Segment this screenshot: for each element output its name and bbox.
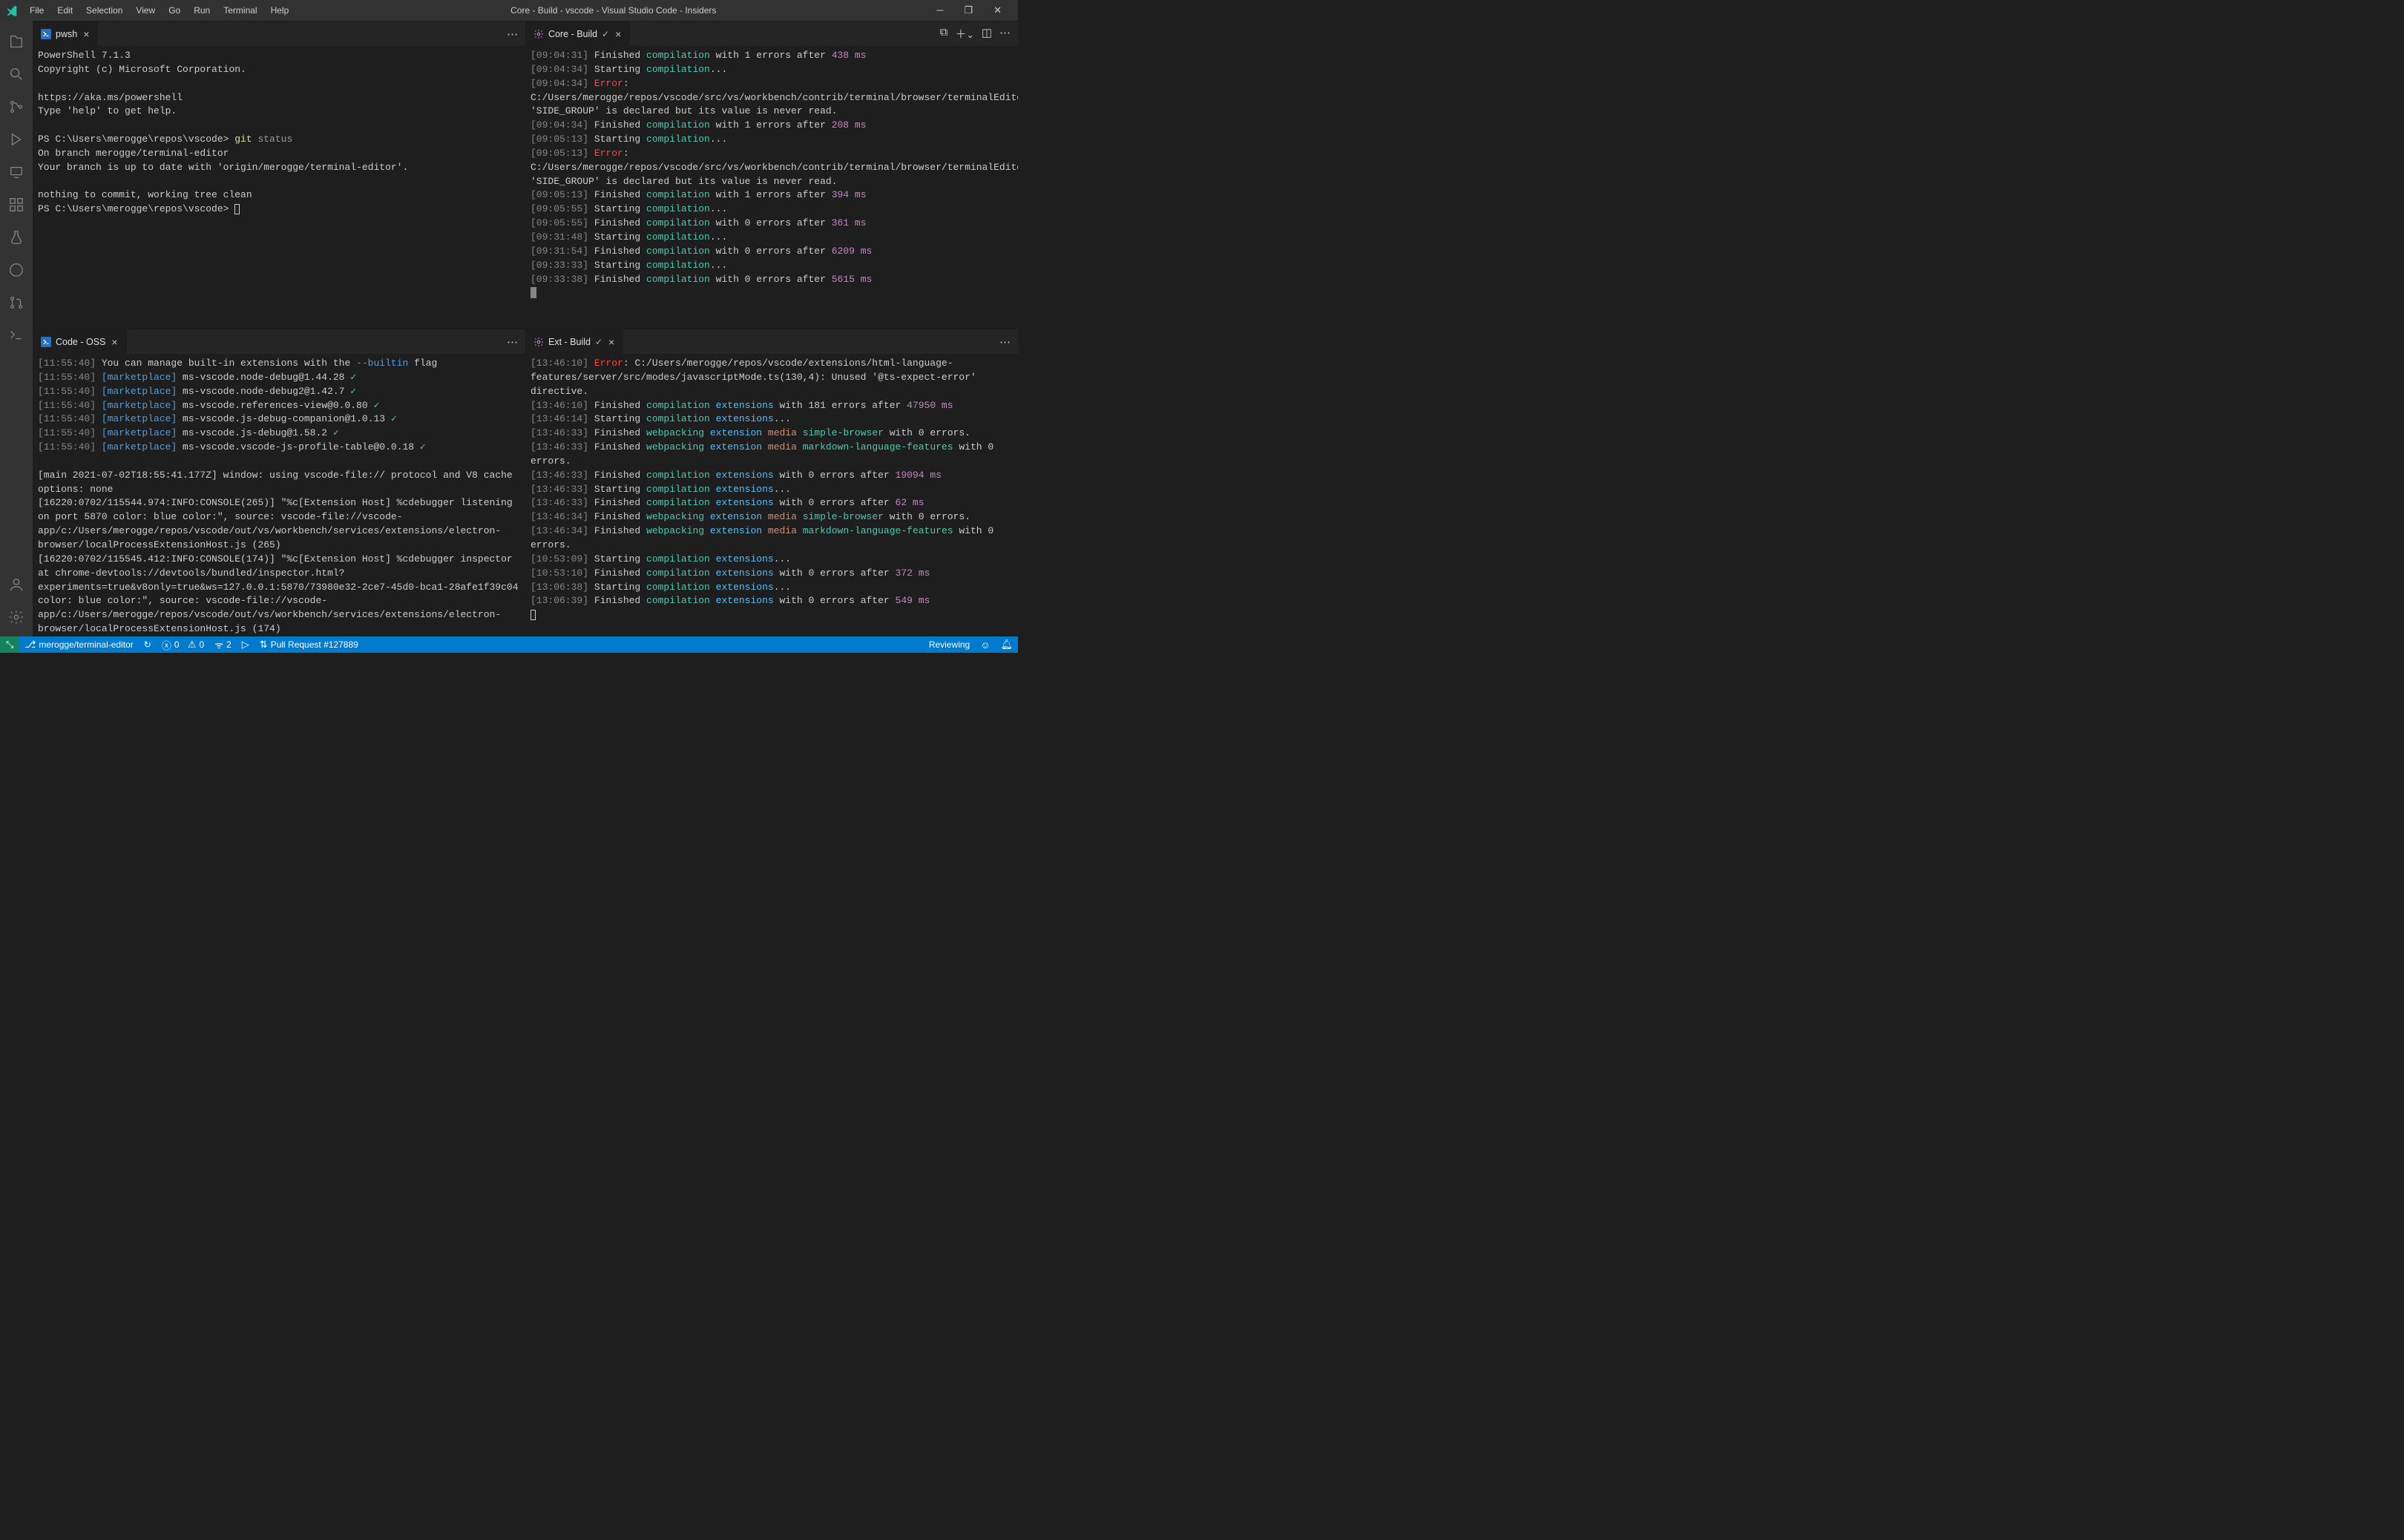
- more-icon[interactable]: ⋯: [507, 335, 518, 349]
- gear-icon: [533, 29, 544, 39]
- tabbar-oss: Code - OSS × ⋯: [33, 329, 525, 354]
- check-icon: ✓: [602, 29, 609, 39]
- close-button[interactable]: ✕: [989, 3, 1006, 18]
- activity-settings[interactable]: [0, 601, 33, 634]
- pane-code-oss: Code - OSS × ⋯ [11:55:40] You can manage…: [33, 329, 525, 636]
- more-icon[interactable]: ⋯: [999, 335, 1011, 349]
- tab-pwsh[interactable]: pwsh ×: [33, 22, 99, 46]
- main-area: pwsh × ⋯ PowerShell 7.1.3 Copyright (c) …: [0, 21, 1018, 636]
- menu-terminal[interactable]: Terminal: [217, 2, 263, 19]
- pane-core-build: Core - Build ✓ × ⧉ ＋⌄ ◫ ⋯ [09:04:31] Fin…: [525, 21, 1018, 329]
- activitybar: [0, 21, 33, 636]
- activity-pull-requests[interactable]: [0, 286, 33, 319]
- tab-ext-build[interactable]: Ext - Build ✓ ×: [526, 329, 624, 354]
- activity-accounts[interactable]: [0, 568, 33, 601]
- activity-scm[interactable]: [0, 91, 33, 123]
- status-branch[interactable]: ⎇merogge/terminal-editor: [19, 636, 138, 653]
- close-icon[interactable]: ×: [82, 28, 91, 40]
- plus-icon[interactable]: ＋⌄: [955, 26, 974, 42]
- tab-label: Core - Build: [548, 29, 597, 39]
- menu-run[interactable]: Run: [188, 2, 216, 19]
- activity-explorer[interactable]: [0, 25, 33, 58]
- tabbar-pwsh: pwsh × ⋯: [33, 22, 525, 46]
- gear-icon: [533, 337, 544, 347]
- activity-github[interactable]: [0, 254, 33, 286]
- minimize-button[interactable]: ─: [932, 3, 948, 18]
- editor-grid: pwsh × ⋯ PowerShell 7.1.3 Copyright (c) …: [33, 21, 1018, 636]
- vscode-logo-icon: [6, 4, 18, 16]
- tab-label: pwsh: [56, 29, 77, 39]
- activity-run[interactable]: [0, 123, 33, 156]
- bell-icon: 🔔︎: [1000, 639, 1013, 651]
- status-sync[interactable]: ↻: [139, 636, 157, 653]
- powershell-icon: [41, 337, 51, 347]
- status-bell[interactable]: 🔔︎: [995, 636, 1018, 653]
- activity-extensions[interactable]: [0, 188, 33, 221]
- status-reviewing[interactable]: Reviewing: [924, 636, 975, 653]
- more-icon[interactable]: ⋯: [999, 26, 1011, 42]
- tab-label: Code - OSS: [56, 337, 105, 347]
- remote-button[interactable]: ⤡: [0, 636, 19, 653]
- tabbar-core: Core - Build ✓ × ⧉ ＋⌄ ◫ ⋯: [526, 22, 1018, 46]
- activity-remote-explorer[interactable]: [0, 156, 33, 188]
- menu-selection[interactable]: Selection: [80, 2, 128, 19]
- activity-search[interactable]: [0, 58, 33, 91]
- status-ports[interactable]: ᯤ2: [209, 636, 237, 653]
- status-pr[interactable]: ⇅Pull Request #127889: [254, 636, 364, 653]
- branch-icon: ⎇: [24, 639, 36, 651]
- layout-icon[interactable]: ◫: [982, 26, 992, 42]
- status-problems[interactable]: ⓧ0 ⚠0: [157, 636, 209, 653]
- pr-icon: ⇅: [260, 639, 268, 651]
- tab-core-build[interactable]: Core - Build ✓ ×: [526, 22, 631, 46]
- status-feedback[interactable]: ☺: [975, 636, 995, 653]
- remote-icon: ⤡: [6, 639, 13, 651]
- branch-name: merogge/terminal-editor: [39, 639, 133, 650]
- debug-icon: ▷: [242, 639, 249, 651]
- terminal-core-build[interactable]: [09:04:31] Finished compilation with 1 e…: [526, 46, 1018, 329]
- menu-edit[interactable]: Edit: [51, 2, 79, 19]
- statusbar: ⤡ ⎇merogge/terminal-editor ↻ ⓧ0 ⚠0 ᯤ2 ▷ …: [0, 636, 1018, 653]
- activity-bottom: [0, 568, 33, 634]
- menu-help[interactable]: Help: [265, 2, 295, 19]
- warning-icon: ⚠: [188, 639, 197, 651]
- menubar: File Edit Selection View Go Run Terminal…: [24, 2, 295, 19]
- activity-testing[interactable]: [0, 221, 33, 254]
- check-icon: ✓: [595, 337, 602, 347]
- tabbar-ext: Ext - Build ✓ × ⋯: [526, 329, 1018, 354]
- window-title: Core - Build - vscode - Visual Studio Co…: [295, 5, 932, 16]
- tab-code-oss[interactable]: Code - OSS ×: [33, 329, 128, 354]
- more-icon[interactable]: ⋯: [507, 27, 518, 41]
- error-icon: ⓧ: [162, 638, 171, 652]
- pane-pwsh: pwsh × ⋯ PowerShell 7.1.3 Copyright (c) …: [33, 21, 525, 329]
- menu-view[interactable]: View: [130, 2, 161, 19]
- terminal-ext-build[interactable]: [13:46:10] Error: C:/Users/merogge/repos…: [526, 354, 1018, 636]
- tab-label: Ext - Build: [548, 337, 591, 347]
- feedback-icon: ☺: [980, 639, 990, 651]
- menu-file[interactable]: File: [24, 2, 50, 19]
- close-icon[interactable]: ×: [607, 336, 616, 348]
- pane-ext-build: Ext - Build ✓ × ⋯ [13:46:10] Error: C:/U…: [525, 329, 1018, 636]
- maximize-button[interactable]: ❐: [959, 3, 977, 18]
- activity-terminal[interactable]: [0, 319, 33, 352]
- terminal-pwsh[interactable]: PowerShell 7.1.3 Copyright (c) Microsoft…: [33, 46, 525, 329]
- close-icon[interactable]: ×: [614, 28, 623, 40]
- radio-icon: ᯤ: [214, 638, 223, 651]
- status-debug[interactable]: ▷: [237, 636, 254, 653]
- titlebar: File Edit Selection View Go Run Terminal…: [0, 0, 1018, 21]
- split-icon[interactable]: ⧉: [940, 26, 948, 42]
- close-icon[interactable]: ×: [110, 336, 119, 348]
- menu-go[interactable]: Go: [162, 2, 186, 19]
- sync-icon: ↻: [144, 639, 151, 650]
- terminal-code-oss[interactable]: [11:55:40] You can manage built-in exten…: [33, 354, 525, 636]
- window-controls: ─ ❐ ✕: [932, 3, 1012, 18]
- powershell-icon: [41, 29, 51, 39]
